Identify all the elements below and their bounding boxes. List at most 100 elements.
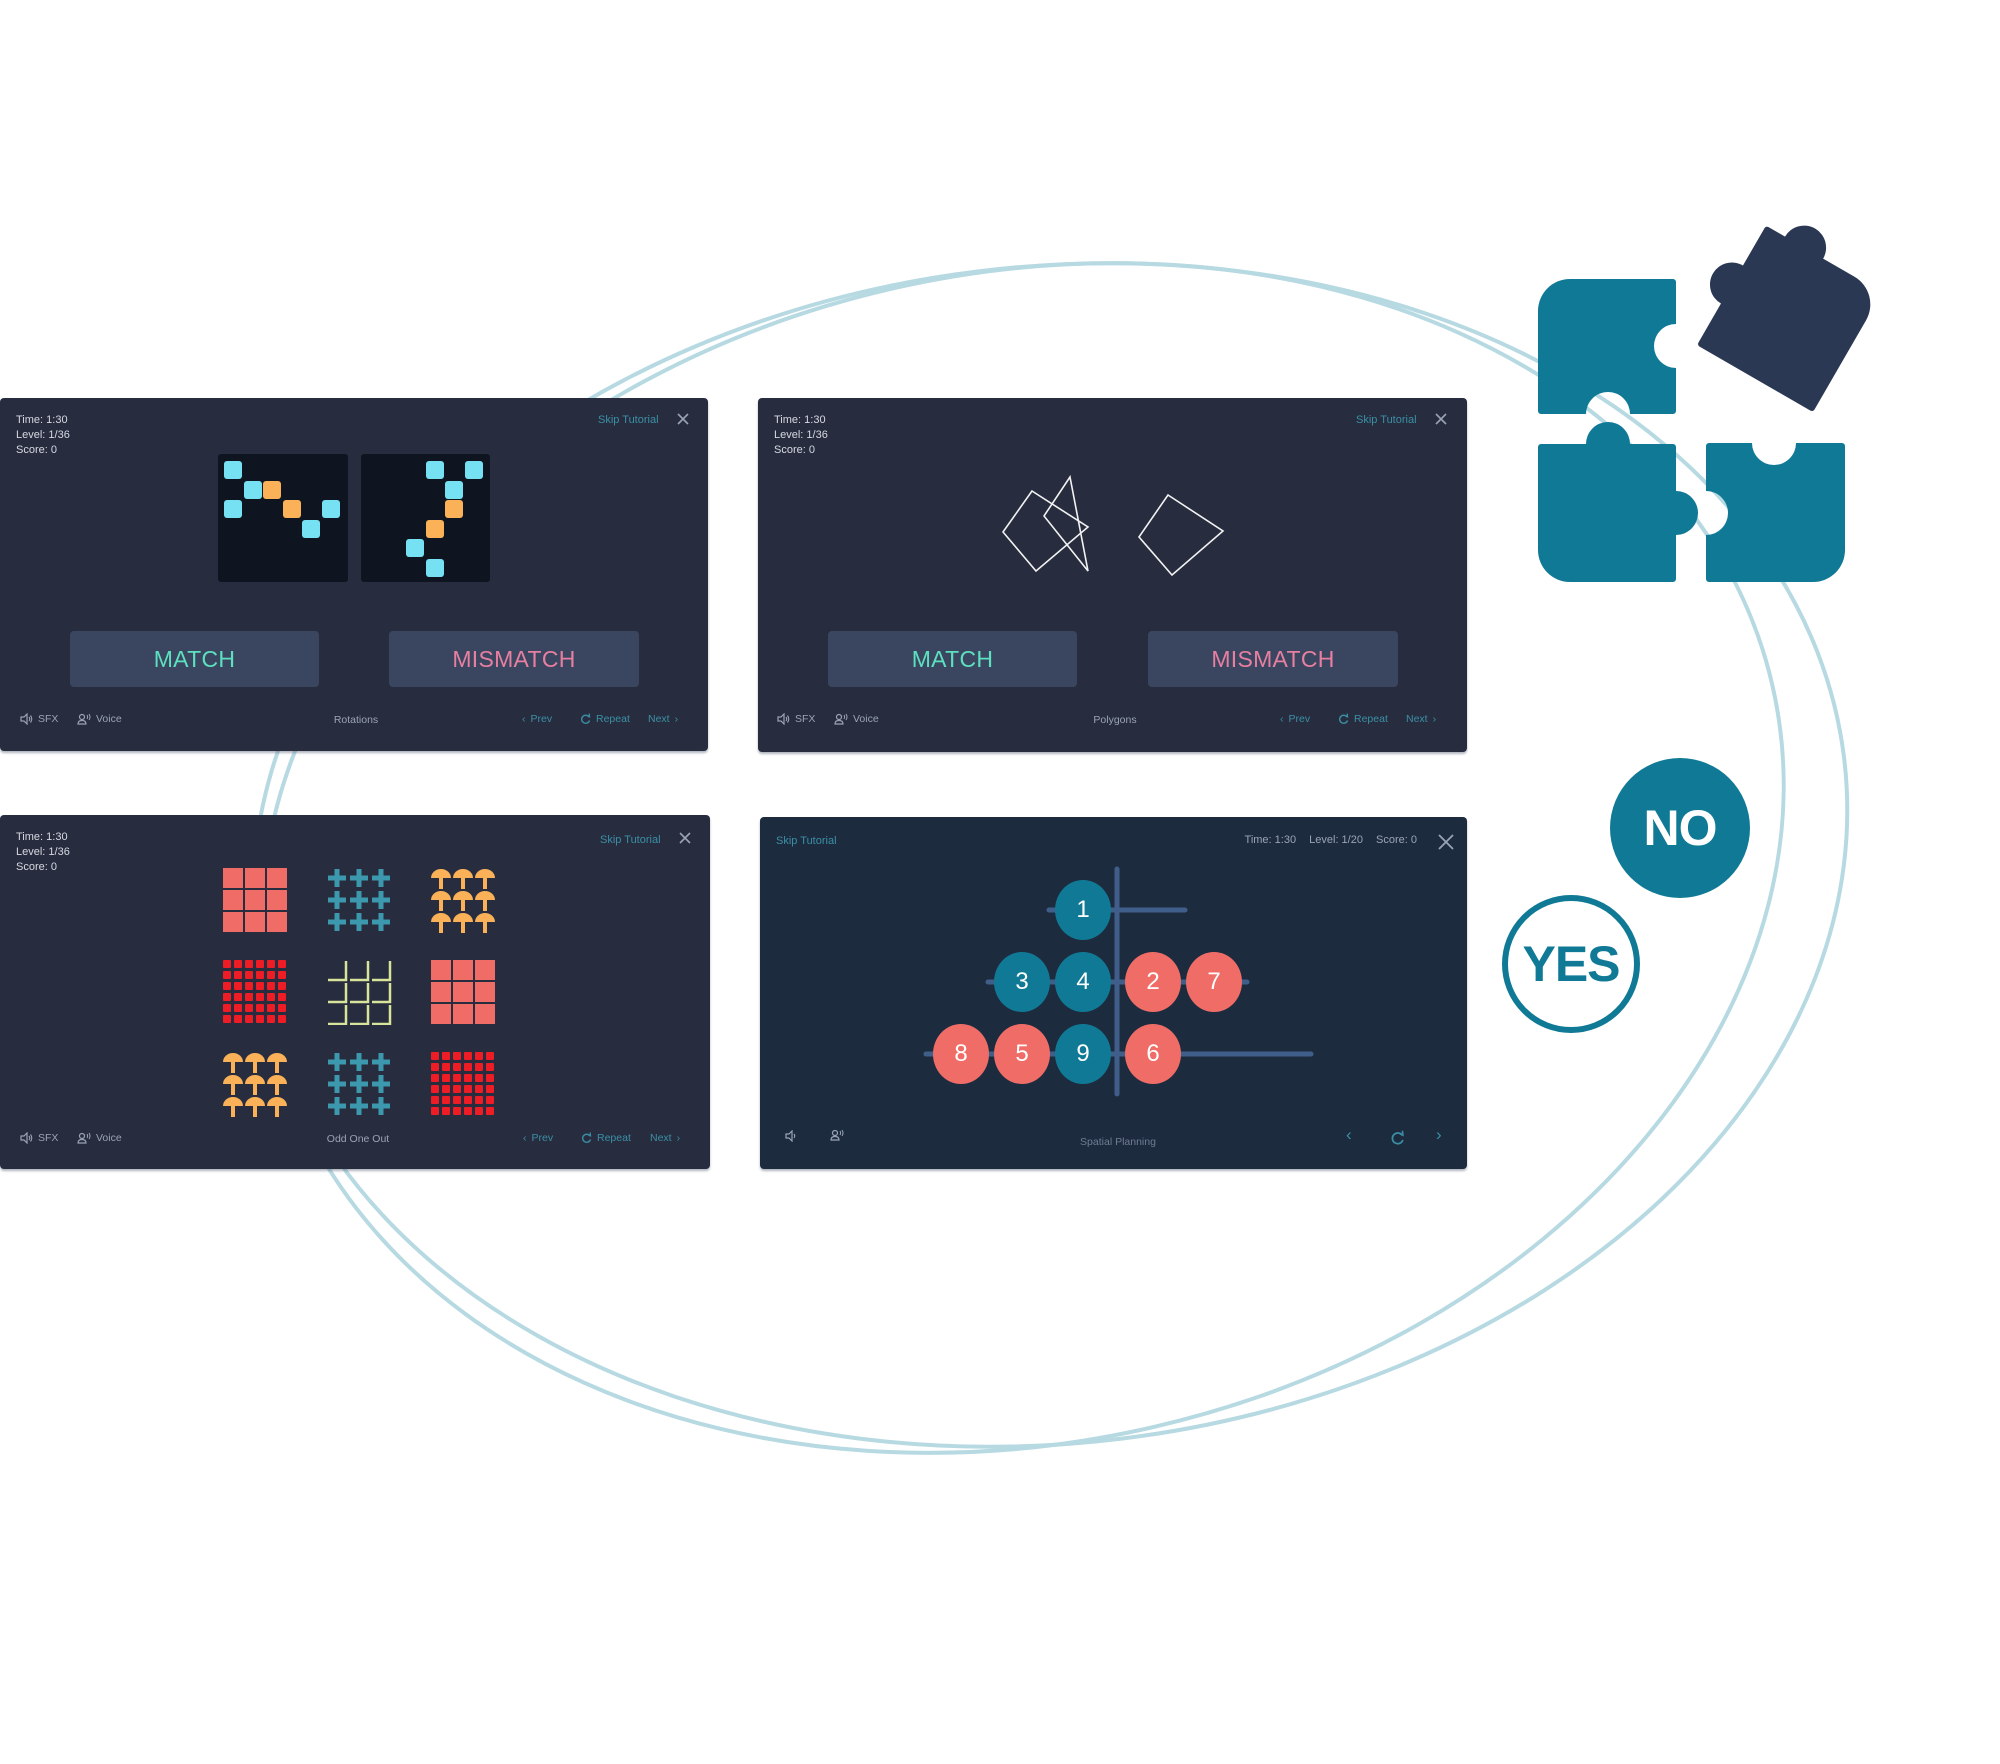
next-button[interactable]: › — [1436, 1125, 1442, 1145]
grid-cell-orange — [263, 480, 281, 499]
rotation-grid-left — [218, 454, 348, 582]
grid-cell-cyan — [302, 519, 320, 538]
speaker-icon — [777, 713, 790, 725]
voice-toggle[interactable]: Voice — [77, 1132, 122, 1144]
game-stats: Time: 1:30 Level: 1/36 Score: 0 — [16, 413, 70, 458]
repeat-button[interactable] — [1390, 1130, 1405, 1146]
prev-button[interactable]: ‹ Prev — [522, 713, 552, 725]
ball-2[interactable]: 2 — [1125, 952, 1181, 1012]
next-button[interactable]: Next › — [648, 713, 678, 725]
game-title: Odd One Out — [326, 1133, 390, 1145]
grid-cell-cyan — [464, 461, 483, 479]
odd-item-orange-mushrooms[interactable] — [430, 867, 496, 933]
game-panel-odd-one-out: Time: 1:30 Level: 1/36 Score: 0 Skip Tut… — [0, 815, 710, 1169]
odd-item-teal-crosses[interactable] — [326, 867, 392, 933]
mismatch-button[interactable]: MISMATCH — [389, 631, 639, 687]
chevron-left-icon: ‹ — [1346, 1125, 1352, 1144]
repeat-icon — [582, 1132, 592, 1143]
chevron-right-icon: › — [676, 1132, 681, 1144]
speaker-icon — [785, 1130, 796, 1142]
odd-item-red-dots[interactable] — [430, 1051, 496, 1117]
score-readout: Score: 0 — [16, 444, 57, 456]
voice-icon — [77, 1132, 91, 1144]
puzzle-icon — [1538, 225, 1871, 582]
puzzle-piece-floating — [1698, 225, 1871, 411]
grid-cell-orange — [445, 500, 463, 518]
close-button[interactable] — [678, 831, 692, 845]
game-panel-rotations: Time: 1:30 Level: 1/36 Score: 0 Skip Tut… — [0, 398, 708, 751]
game-stats: Time: 1:30 Level: 1/36 Score: 0 — [16, 830, 70, 875]
ball-7[interactable]: 7 — [1186, 952, 1242, 1012]
grid-cell-cyan — [321, 500, 340, 518]
sfx-label: SFX — [38, 713, 59, 725]
next-button[interactable]: Next › — [650, 1132, 680, 1144]
level-readout: Level: 1/36 — [16, 846, 70, 858]
voice-toggle[interactable]: Voice — [834, 713, 879, 725]
close-button[interactable] — [676, 412, 690, 426]
prev-button[interactable]: ‹ Prev — [523, 1132, 553, 1144]
grid-cell-cyan — [425, 558, 444, 577]
match-button[interactable]: MATCH — [828, 631, 1077, 687]
yes-button[interactable]: YES — [1502, 895, 1640, 1033]
odd-item-green-corners[interactable] — [326, 959, 392, 1025]
prev-button[interactable]: ‹ — [1346, 1125, 1352, 1145]
odd-item-red-dots[interactable] — [222, 959, 288, 1025]
match-button[interactable]: MATCH — [70, 631, 319, 687]
odd-item-teal-crosses[interactable] — [326, 1051, 392, 1117]
odd-item-coral-squares[interactable] — [430, 959, 496, 1025]
chevron-left-icon: ‹ — [523, 1132, 527, 1144]
chevron-left-icon: ‹ — [1280, 713, 1284, 725]
voice-toggle[interactable]: Voice — [77, 713, 122, 725]
polygon-triangle — [1043, 474, 1089, 572]
prev-label: Prev — [531, 1132, 554, 1144]
ball-6[interactable]: 6 — [1125, 1024, 1181, 1084]
peg-board — [923, 866, 1314, 1097]
speaker-icon — [20, 1132, 33, 1144]
no-button[interactable]: NO — [1610, 758, 1750, 898]
grid-cell-orange — [282, 500, 301, 518]
sfx-toggle[interactable]: SFX — [20, 713, 58, 725]
odd-item-orange-mushrooms[interactable] — [222, 1051, 288, 1117]
grid-cell-cyan — [224, 461, 242, 479]
grid-cell-cyan — [243, 480, 262, 499]
polygon-square-right — [1137, 493, 1225, 577]
sfx-toggle[interactable]: SFX — [20, 1132, 58, 1144]
prev-button[interactable]: ‹ Prev — [1280, 713, 1310, 725]
repeat-button[interactable]: Repeat — [1338, 713, 1388, 725]
sfx-toggle[interactable] — [785, 1130, 798, 1142]
voice-label: Voice — [853, 713, 879, 725]
ball-9[interactable]: 9 — [1055, 1024, 1111, 1084]
puzzle-piece-bottom-left — [1538, 422, 1698, 582]
chevron-right-icon: › — [1436, 1125, 1442, 1144]
skip-tutorial-link[interactable]: Skip Tutorial — [600, 834, 661, 846]
prev-label: Prev — [1288, 713, 1311, 725]
level-readout: Level: 1/36 — [16, 429, 70, 441]
ball-1[interactable]: 1 — [1055, 880, 1111, 940]
chevron-right-icon: › — [1432, 713, 1437, 725]
ball-3[interactable]: 3 — [994, 952, 1050, 1012]
ball-5[interactable]: 5 — [994, 1024, 1050, 1084]
ball-4[interactable]: 4 — [1055, 952, 1111, 1012]
mismatch-button[interactable]: MISMATCH — [1148, 631, 1398, 687]
speaker-icon — [20, 713, 33, 725]
ball-8[interactable]: 8 — [933, 1024, 989, 1084]
sfx-toggle[interactable]: SFX — [777, 713, 815, 725]
close-icon — [679, 832, 691, 844]
chevron-right-icon: › — [674, 713, 679, 725]
voice-icon — [834, 713, 848, 725]
next-label: Next — [650, 1132, 672, 1144]
voice-toggle[interactable] — [830, 1129, 844, 1141]
grid-cell-cyan — [445, 480, 463, 499]
grid-cell-orange — [425, 519, 444, 538]
next-button[interactable]: Next › — [1406, 713, 1436, 725]
repeat-button[interactable]: Repeat — [581, 1132, 631, 1144]
odd-item-coral-squares[interactable] — [222, 867, 288, 933]
skip-tutorial-link[interactable]: Skip Tutorial — [598, 414, 659, 426]
repeat-label: Repeat — [596, 713, 630, 725]
game-panel-spatial-planning: Skip Tutorial Time: 1:30 Level: 1/20 Sco… — [760, 817, 1467, 1169]
grid-cell-cyan — [425, 461, 444, 479]
repeat-button[interactable]: Repeat — [580, 713, 630, 725]
game-panel-polygons: Time: 1:30 Level: 1/36 Score: 0 Skip Tut… — [758, 398, 1467, 752]
repeat-icon — [1391, 1130, 1404, 1145]
repeat-label: Repeat — [1354, 713, 1388, 725]
